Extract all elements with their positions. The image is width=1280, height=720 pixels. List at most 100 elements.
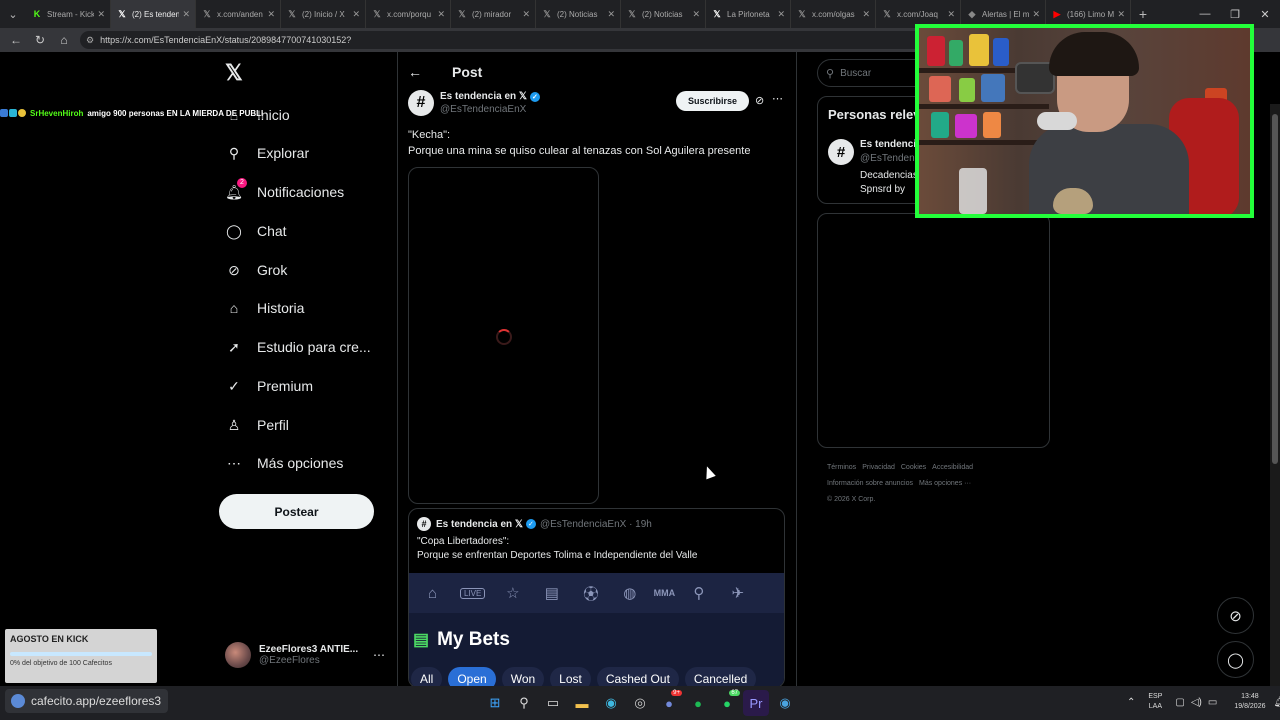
edge-icon[interactable]: ◉ [598, 690, 624, 716]
volume-icon[interactable]: ◁) [1191, 697, 1202, 708]
whatsapp-icon[interactable]: ● 67 [714, 690, 740, 716]
nav-item-estudio[interactable]: ➚ Estudio para cre... [223, 332, 371, 362]
nav-item-más[interactable]: ⋯ Más opciones [223, 448, 343, 478]
language-indicator[interactable]: ESP LAA [1148, 692, 1162, 712]
nav-item-notificaciones[interactable]: 🔔︎ 2 Notificaciones [223, 177, 344, 207]
browser-tab[interactable]: 𝕏 (2) Noticias ✕ [621, 0, 706, 28]
footer-link[interactable]: Cookies [901, 464, 926, 471]
steam-icon[interactable]: ◎ [627, 690, 653, 716]
browser-tab[interactable]: K Stream - Kick ✕ [26, 0, 111, 28]
post-header: ← Post [408, 62, 482, 82]
back-icon[interactable]: ← [4, 28, 28, 52]
nav-item-label: Notificaciones [257, 184, 345, 200]
discord-icon[interactable]: ● 9+ [656, 690, 682, 716]
video-player[interactable] [408, 167, 599, 504]
browser-tab[interactable]: 𝕏 (2) mirador ✕ [451, 0, 536, 28]
footer-link[interactable]: Información sobre anuncios [827, 480, 913, 487]
close-window-icon[interactable]: ✕ [1250, 0, 1280, 28]
bell-icon: 🔔︎ 2 [223, 178, 247, 203]
scrollbar-thumb[interactable] [1272, 114, 1278, 464]
bets-tabs: All Open Won Lost Cashed Out Cancelled [411, 667, 762, 686]
more-icon[interactable]: ⋯ [772, 92, 783, 105]
notification-bell-icon[interactable]: 🔔︎ [1274, 697, 1280, 708]
task-view-icon[interactable]: ▭ [540, 690, 566, 716]
search-icon[interactable]: ⚲ [511, 690, 537, 716]
author-name[interactable]: Es tendencia en 𝕏 ✓ [440, 91, 540, 102]
counter-strike-icon: ✈ [731, 585, 745, 602]
site-info-icon[interactable]: ⚙ [86, 35, 94, 46]
quote-header: # Es tendencia en 𝕏 ✓ @EsTendenciaEnX · … [417, 517, 652, 531]
close-tab-icon[interactable]: ✕ [1032, 9, 1040, 20]
premiere-icon[interactable]: Pr [743, 690, 769, 716]
url-field[interactable]: ⚙ https://x.com/EsTendenciaEnX/status/20… [80, 31, 960, 49]
account-switcher[interactable]: EzeeFlores3 ANTIE... @EzeeFlores ⋯ [225, 637, 385, 673]
back-arrow-icon[interactable]: ← [408, 64, 422, 80]
browser-tab[interactable]: 𝕏 (2) Inicio / X ✕ [281, 0, 366, 28]
footer-link[interactable]: Términos [827, 464, 856, 471]
nav-item-label: Grok [257, 262, 288, 278]
scrollbar[interactable] [1270, 104, 1280, 686]
tab-label: (2) Noticias [557, 9, 598, 19]
browser-tab[interactable]: 𝕏x.com/anden ✕ [196, 0, 281, 28]
cam-microphone [1037, 112, 1077, 130]
grok-fab-icon[interactable]: ⊘ [1217, 597, 1254, 634]
close-tab-icon[interactable]: ✕ [607, 9, 615, 20]
file-explorer-icon[interactable]: ▬ [569, 690, 595, 716]
close-tab-icon[interactable]: ✕ [1117, 9, 1125, 20]
browser-tab[interactable]: 𝕏 (2) Noticias ✕ [536, 0, 621, 28]
footer-link[interactable]: Privacidad [862, 464, 895, 471]
nav-item-premium[interactable]: ✓ Premium [223, 371, 313, 401]
more-icon[interactable]: ⋯ [373, 648, 385, 662]
browser-tab[interactable]: 𝕏x.com/porqu ✕ [366, 0, 451, 28]
close-tab-icon[interactable]: ✕ [97, 9, 105, 20]
close-tab-icon[interactable]: ✕ [862, 9, 870, 20]
close-tab-icon[interactable]: ✕ [777, 9, 785, 20]
nav-item-grok[interactable]: ⊘ Grok [223, 255, 287, 285]
browser-tab[interactable]: 𝕏 (2) Es tenden ✕ [111, 0, 196, 28]
new-tab-button[interactable]: + [1131, 6, 1155, 22]
kick-icon: K [33, 9, 41, 19]
chevron-up-icon[interactable]: ⌃ [1127, 697, 1135, 708]
battery-icon[interactable]: ▭ [1208, 697, 1217, 708]
footer-link[interactable]: Más opciones ··· [919, 480, 971, 487]
spotify-icon[interactable]: ● [685, 690, 711, 716]
close-tab-icon[interactable]: ✕ [522, 9, 530, 20]
tab-search-icon[interactable]: ⌄ [0, 0, 26, 28]
close-tab-icon[interactable]: ✕ [267, 9, 275, 20]
home-browser-icon[interactable]: ⌂ [52, 28, 76, 52]
empty-card [817, 213, 1050, 448]
browser-tab[interactable]: 𝕏x.com/olgas ✕ [791, 0, 876, 28]
bets-tab-cashed-out: Cashed Out [596, 667, 679, 686]
grok-icon[interactable]: ⊘ [755, 94, 764, 107]
nav-item-perfil[interactable]: ♙ Perfil [223, 410, 289, 440]
quoted-post[interactable]: # Es tendencia en 𝕏 ✓ @EsTendenciaEnX · … [408, 508, 785, 686]
close-tab-icon[interactable]: ✕ [352, 9, 360, 20]
chat-icon: ◯ [226, 222, 242, 239]
close-tab-icon[interactable]: ✕ [947, 9, 955, 20]
network-icon[interactable]: ▢ [1175, 697, 1184, 708]
browser-tab[interactable]: 𝕏 La Pirloneta ✕ [706, 0, 791, 28]
close-tab-icon[interactable]: ✕ [182, 9, 190, 20]
clock[interactable]: 13:48 19/8/2026 [1234, 692, 1265, 712]
close-tab-icon[interactable]: ✕ [437, 9, 445, 20]
close-tab-icon[interactable]: ✕ [692, 9, 700, 20]
x-icon: 𝕏 [373, 8, 381, 19]
author-handle[interactable]: @EsTendenciaEnX [440, 104, 526, 115]
app-icon[interactable]: ◉ [772, 690, 798, 716]
reload-icon[interactable]: ↻ [28, 28, 52, 52]
footer-link[interactable]: Accesibilidad [932, 464, 973, 471]
cafecito-link[interactable]: cafecito.app/ezeeflores3 [5, 689, 168, 713]
windows-start-icon[interactable]: ⊞ [482, 690, 508, 716]
nav-item-explorar[interactable]: ⚲ Explorar [223, 138, 309, 168]
nav-item-historia[interactable]: ⌂ Historia [223, 293, 305, 323]
chat-fab-icon[interactable]: ◯ [1217, 641, 1254, 678]
x-logo-icon[interactable]: 𝕏 [225, 60, 243, 86]
card-avatar[interactable]: # [828, 139, 854, 165]
tab-label: (2) Inicio / X [302, 9, 345, 19]
post-button[interactable]: Postear [219, 494, 374, 529]
author-avatar[interactable]: # [408, 90, 434, 116]
system-tray: ⌃ ESP LAA ▢ ◁) ▭ 13:48 19/8/2026 🔔︎ [1124, 692, 1280, 712]
subscribe-button[interactable]: Suscribirse [676, 91, 749, 111]
footer-link[interactable]: © 2026 X Corp. [827, 496, 875, 503]
nav-item-chat[interactable]: ◯ Chat [223, 216, 286, 246]
